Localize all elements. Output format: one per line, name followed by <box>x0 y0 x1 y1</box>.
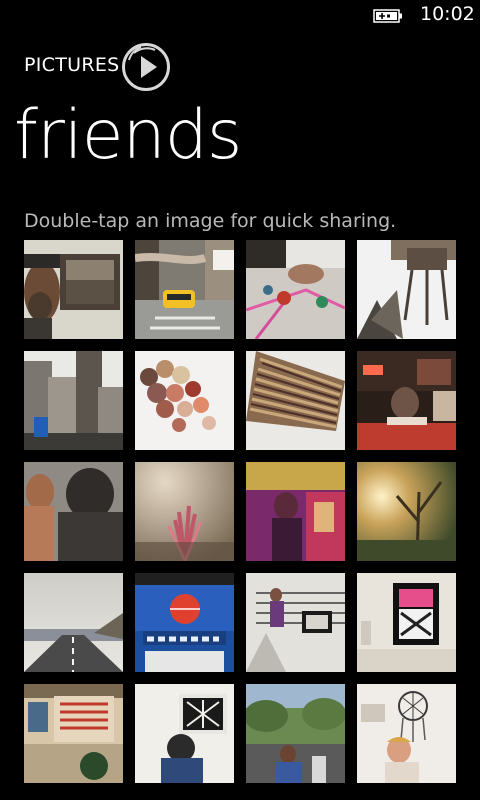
status-time: 10:02 <box>420 3 475 25</box>
photo-thumbnail[interactable] <box>24 240 123 339</box>
photo-thumbnail[interactable] <box>246 684 345 783</box>
page-title: friends <box>14 96 242 175</box>
photo-thumbnail[interactable] <box>357 240 456 339</box>
photo-thumbnail[interactable] <box>135 684 234 783</box>
battery-charging-icon <box>373 9 402 23</box>
photo-thumbnail[interactable] <box>246 573 345 672</box>
sharing-hint: Double-tap an image for quick sharing. <box>24 210 397 232</box>
section-label: PICTURES <box>24 54 120 76</box>
photo-thumbnail[interactable] <box>24 462 123 561</box>
status-bar: 10:02 <box>0 0 480 32</box>
photo-thumbnail[interactable] <box>246 240 345 339</box>
photo-thumbnail[interactable] <box>24 684 123 783</box>
photo-thumbnail[interactable] <box>135 240 234 339</box>
photo-thumbnail[interactable] <box>357 573 456 672</box>
photo-thumbnail[interactable] <box>246 351 345 450</box>
play-slideshow-icon[interactable] <box>121 42 171 92</box>
photo-thumbnail[interactable] <box>135 462 234 561</box>
photo-thumbnail[interactable] <box>357 684 456 783</box>
photo-thumbnail[interactable] <box>357 351 456 450</box>
photo-thumbnail[interactable] <box>246 462 345 561</box>
photo-thumbnail[interactable] <box>135 351 234 450</box>
photo-thumbnail[interactable] <box>24 573 123 672</box>
photo-thumbnail[interactable] <box>135 573 234 672</box>
photo-thumbnail[interactable] <box>24 351 123 450</box>
photo-grid <box>24 240 456 783</box>
photo-thumbnail[interactable] <box>357 462 456 561</box>
